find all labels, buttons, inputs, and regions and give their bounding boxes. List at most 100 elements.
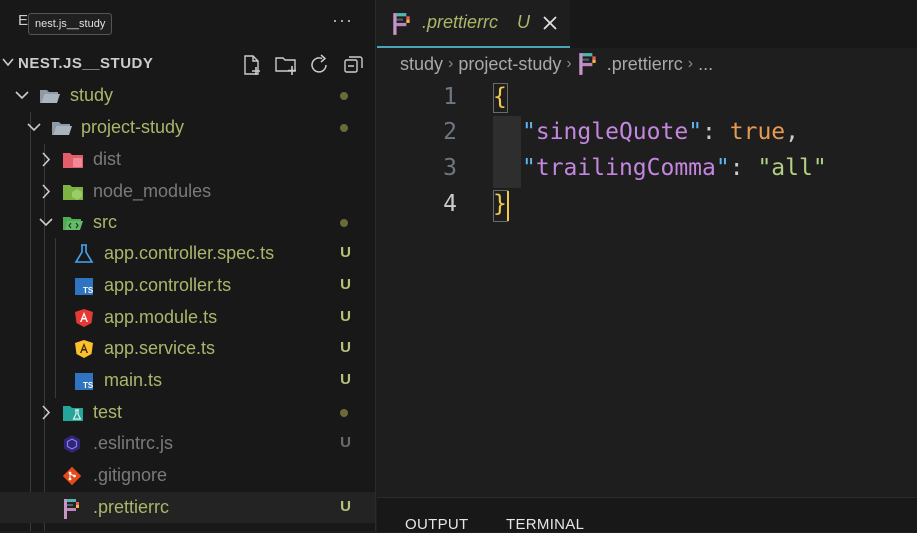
tab-terminal[interactable]: TERMINAL (506, 516, 584, 533)
modified-dot (340, 219, 348, 227)
more-actions-button[interactable]: ··· (332, 10, 353, 31)
modified-dot (340, 92, 348, 100)
modified-dot (340, 124, 348, 132)
untracked-badge: U (340, 308, 351, 325)
untracked-badge: U (340, 371, 351, 388)
svg-text:TS: TS (83, 286, 94, 295)
tree-item-label: src (93, 212, 117, 232)
close-brace: } (493, 191, 507, 217)
folder-dist-icon (62, 150, 83, 170)
chevron-right-icon: › (566, 55, 572, 72)
tree-item-label: main.ts (104, 370, 163, 390)
tree-item-label: dist (93, 149, 122, 169)
tree-item-label: app.module.ts (104, 307, 218, 327)
new-file-icon[interactable] (240, 54, 264, 76)
code-line[interactable]: 1 { (377, 80, 917, 116)
chevron-right-icon (38, 176, 54, 207)
tab-prettierrc[interactable]: .prettierrc U (377, 0, 570, 48)
untracked-badge: U (340, 434, 351, 451)
tree-item-label: app.service.ts (104, 338, 216, 358)
typescript-icon: TS (74, 371, 94, 391)
eslint-icon (62, 434, 82, 454)
line-number: 2 (443, 119, 457, 145)
bottom-panel: OUTPUT TERMINAL (377, 497, 917, 533)
tree-item-gitignore[interactable]: .gitignore (0, 460, 375, 491)
untracked-badge: U (340, 244, 351, 261)
tree-item-app-controller[interactable]: TS app.controller.ts U (0, 270, 375, 301)
tree-item-src[interactable]: src (0, 207, 375, 238)
tab-output[interactable]: OUTPUT (405, 516, 468, 533)
tree-item-label: project-study (81, 117, 185, 137)
tab-label: .prettierrc (422, 12, 499, 32)
new-folder-icon[interactable] (274, 54, 298, 76)
line-number: 1 (443, 84, 457, 110)
tree-item-app-module[interactable]: app.module.ts U (0, 302, 375, 333)
tree-item-label: .gitignore (93, 465, 168, 485)
chevron-down-icon (38, 207, 54, 238)
prettier-icon (62, 498, 82, 519)
prettier-icon (391, 12, 413, 36)
folder-tooltip: nest.js__study (28, 13, 113, 35)
folder-src-icon (62, 213, 83, 233)
line-number: 3 (443, 155, 457, 181)
json-value: all (771, 155, 813, 181)
breadcrumb: study › project-study › .prettierrc ›... (400, 52, 713, 78)
breadcrumb-item[interactable]: project-study (458, 54, 561, 75)
chevron-right-icon: › (687, 55, 694, 72)
json-key: trailingComma (535, 155, 716, 181)
untracked-badge: U (340, 498, 351, 515)
refresh-icon[interactable] (308, 54, 332, 76)
prettier-icon (577, 52, 599, 76)
tree-item-main[interactable]: TS main.ts U (0, 365, 375, 396)
workspace-folder-name: NEST.JS__STUDY (18, 55, 154, 72)
breadcrumb-item[interactable]: study (400, 54, 443, 75)
folder-open-icon (51, 118, 72, 138)
line-number: 4 (443, 191, 457, 217)
folder-open-icon (39, 86, 60, 106)
tree-item-test[interactable]: test (0, 397, 375, 428)
tree-item-label: .prettierrc (93, 497, 170, 517)
code-text: "trailingComma": "all" (522, 155, 827, 181)
test-flask-icon (74, 244, 94, 264)
tree-item-eslintrc[interactable]: .eslintrc.js U (0, 428, 375, 459)
tab-status-badge: U (517, 12, 530, 32)
json-key: singleQuote (535, 119, 689, 145)
tree-item-node-modules[interactable]: node_modules (0, 176, 375, 207)
code-text: } (493, 191, 507, 217)
code-line[interactable]: 3 "trailingComma": "all" (377, 151, 917, 187)
tree-item-label: .eslintrc.js (93, 433, 174, 453)
json-value: true (729, 119, 786, 145)
close-icon[interactable] (541, 14, 559, 32)
tree-item-label: app.controller.ts (104, 275, 232, 295)
untracked-badge: U (340, 339, 351, 356)
text-cursor (507, 191, 509, 221)
tree-item-app-service[interactable]: app.service.ts U (0, 333, 375, 364)
tree-item-label: app.controller.spec.ts (104, 243, 275, 263)
svg-text:TS: TS (83, 381, 94, 390)
tree-item-project-study[interactable]: project-study (0, 112, 375, 143)
explorer-sidebar: E nest.js__study ··· NEST.JS__STUDY stud… (0, 0, 376, 531)
code-text: { (493, 84, 507, 110)
tree-item-label: test (93, 402, 123, 422)
explorer-title: E (18, 12, 29, 29)
folder-node-icon (62, 182, 83, 202)
workspace-folder-header[interactable]: NEST.JS__STUDY (0, 50, 375, 78)
typescript-icon: TS (74, 276, 94, 296)
collapse-all-icon[interactable] (342, 54, 366, 76)
chevron-right-icon: › (448, 55, 454, 72)
chevron-down-icon (14, 80, 30, 111)
tree-item-study[interactable]: study (0, 80, 375, 111)
chevron-down-icon (2, 56, 14, 71)
chevron-right-icon (38, 397, 54, 428)
angular-red-icon (74, 308, 94, 328)
tree-item-app-controller-spec[interactable]: app.controller.spec.ts U (0, 238, 375, 269)
git-icon (62, 466, 82, 486)
code-line[interactable]: 4 } (377, 187, 917, 223)
tree-item-label: node_modules (93, 181, 212, 201)
tree-item-dist[interactable]: dist (0, 144, 375, 175)
code-line[interactable]: 2 "singleQuote": true, (377, 115, 917, 151)
open-brace: { (493, 84, 507, 110)
tree-item-prettierrc[interactable]: .prettierrc U (0, 492, 375, 523)
breadcrumb-item[interactable]: .prettierrc (607, 54, 683, 75)
breadcrumb-item[interactable]: ... (698, 54, 713, 75)
